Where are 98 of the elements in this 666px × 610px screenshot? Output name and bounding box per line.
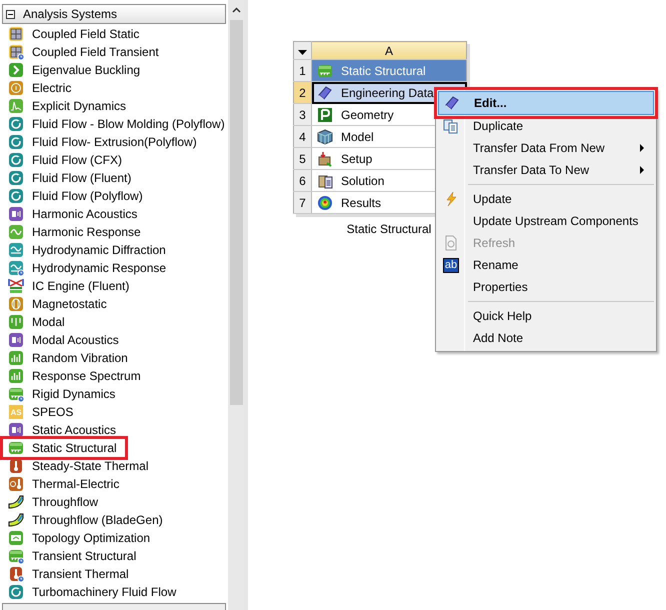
- grid-icon: [8, 26, 24, 42]
- menu-item[interactable]: ab Rename: [438, 254, 654, 276]
- toolbox-item[interactable]: Topology Optimization: [0, 529, 150, 547]
- support-icon: [8, 440, 24, 456]
- menu-item[interactable]: Quick Help: [438, 298, 654, 327]
- toolbox-item[interactable]: Hydrodynamic Diffraction: [0, 241, 166, 259]
- row-number: 2: [294, 82, 312, 104]
- toolbox-item[interactable]: Static Structural: [3, 439, 125, 457]
- toolbox-item[interactable]: Fluid Flow (Polyflow): [0, 187, 143, 205]
- toolbox-item[interactable]: Static Acoustics: [0, 421, 116, 439]
- group-header[interactable]: Analysis Systems: [2, 4, 226, 24]
- thermometer-icon: [8, 458, 24, 474]
- collapse-icon[interactable]: [6, 10, 15, 18]
- peak-icon: [8, 98, 24, 114]
- copy-icon: [443, 118, 459, 134]
- logo-icon: AS: [8, 404, 24, 420]
- scroll-up-icon[interactable]: [232, 7, 240, 13]
- toolbox-item[interactable]: IC Engine (Fluent): [0, 277, 130, 295]
- toolbox-item[interactable]: Transient Thermal: [0, 565, 129, 583]
- row-number: 1: [294, 60, 312, 82]
- system-cell[interactable]: Engineering Data: [312, 82, 466, 103]
- blade-icon: [8, 512, 24, 528]
- toolbox-item[interactable]: Coupled Field Transient: [0, 43, 159, 61]
- scroll-thumb[interactable]: [230, 20, 242, 405]
- toolbox-item[interactable]: Fluid Flow (Fluent): [0, 169, 132, 187]
- toolbox-item[interactable]: Modal Acoustics: [0, 331, 119, 349]
- thermometer-icon: [8, 476, 24, 492]
- bars-icon: [8, 350, 24, 366]
- row-number: 7: [294, 192, 312, 214]
- circle-icon: [8, 80, 24, 96]
- bars-icon: [8, 368, 24, 384]
- speaker-icon: [8, 422, 24, 438]
- support-icon: [317, 62, 333, 78]
- system-cell[interactable]: Solution: [312, 170, 466, 191]
- toolbox-item[interactable]: Harmonic Acoustics: [0, 205, 138, 223]
- toolbox-item[interactable]: Electric: [0, 79, 72, 97]
- refresh-icon: [443, 235, 459, 251]
- rename-icon: ab: [442, 258, 460, 272]
- topology-icon: [8, 530, 24, 546]
- mesh-icon: [317, 128, 333, 144]
- calculator-icon: [317, 172, 333, 188]
- row-number: 3: [294, 104, 312, 126]
- contour-icon: [317, 194, 333, 210]
- toolbox-item[interactable]: Eigenvalue Buckling: [0, 61, 140, 79]
- toolbox-item[interactable]: Thermal-Electric: [0, 475, 120, 493]
- toolbox-item[interactable]: Fluid Flow- Extrusion(Polyflow): [0, 133, 197, 151]
- cycle-icon: [8, 188, 24, 204]
- engine-icon: [8, 278, 24, 294]
- chevron-icon: [8, 62, 24, 78]
- toolbox-item[interactable]: Hydrodynamic Response: [0, 259, 166, 277]
- toolbox-item[interactable]: AS SPEOS: [0, 403, 74, 421]
- speaker-icon: [8, 206, 24, 222]
- row-number: 5: [294, 148, 312, 170]
- wave-icon: [8, 224, 24, 240]
- system-cell[interactable]: Setup: [312, 148, 466, 169]
- toolbox-item[interactable]: Explicit Dynamics: [0, 97, 126, 115]
- toolbox-item[interactable]: Fluid Flow - Blow Molding (Polyflow): [0, 115, 225, 133]
- toolbox-item[interactable]: Turbomachinery Fluid Flow: [0, 583, 176, 601]
- cycle-icon: [8, 116, 24, 132]
- cycle-icon: [8, 170, 24, 186]
- toolbox-item[interactable]: Coupled Field Static: [0, 25, 140, 43]
- system-cell[interactable]: Static Structural: [312, 60, 466, 81]
- speaker-icon: [8, 332, 24, 348]
- coil-icon: [8, 296, 24, 312]
- system-cell[interactable]: Results: [312, 192, 466, 213]
- system-cell[interactable]: Model: [312, 126, 466, 147]
- toolbox-item[interactable]: Steady-State Thermal: [0, 457, 149, 475]
- column-header: A: [312, 42, 466, 60]
- toolbox-item[interactable]: Throughflow (BladeGen): [0, 511, 163, 529]
- book-icon: [317, 84, 333, 100]
- blade-icon: [8, 494, 24, 510]
- cycle-icon: [8, 152, 24, 168]
- menu-item[interactable]: Add Note: [438, 327, 654, 349]
- toolbox-item[interactable]: Random Vibration: [0, 349, 128, 367]
- toolbox-item[interactable]: Magnetostatic: [0, 295, 107, 313]
- scrollbar[interactable]: [228, 0, 244, 610]
- row-number: 6: [294, 170, 312, 192]
- dropdown-icon[interactable]: [298, 50, 307, 54]
- toolbox-item[interactable]: Modal: [0, 313, 65, 331]
- group-label: Analysis Systems: [23, 7, 118, 21]
- toolbox-item[interactable]: Fluid Flow (CFX): [0, 151, 122, 169]
- row-number: 4: [294, 126, 312, 148]
- toolbox-item[interactable]: Harmonic Response: [0, 223, 141, 241]
- system-cell[interactable]: Geometry: [312, 104, 466, 125]
- toolbox-item[interactable]: Response Spectrum: [0, 367, 141, 385]
- letter-icon: [317, 106, 333, 122]
- cycle-icon: [8, 134, 24, 150]
- group-header[interactable]: [2, 603, 226, 610]
- menu-item[interactable]: Properties: [438, 276, 654, 298]
- cycle-icon: [8, 584, 24, 600]
- book-icon: [444, 95, 460, 111]
- toolbox-item[interactable]: Throughflow: [0, 493, 98, 511]
- mode-shape-icon: [8, 314, 24, 330]
- toolbox-item[interactable]: Rigid Dynamics: [0, 385, 116, 403]
- setup-icon: [317, 150, 333, 166]
- menu-item[interactable]: Update Upstream Components: [438, 210, 654, 232]
- wave-icon: [8, 242, 24, 258]
- toolbox-item[interactable]: Transient Structural: [0, 547, 136, 565]
